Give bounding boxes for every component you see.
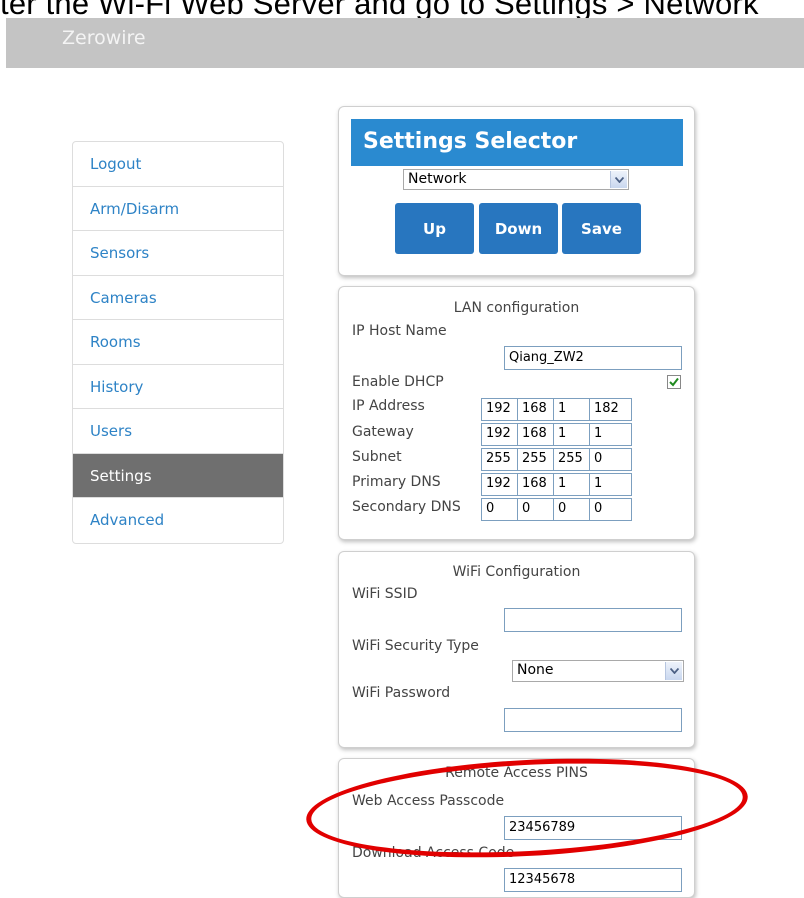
download-code-label: Download Access Code <box>352 845 515 861</box>
chevron-down-icon <box>610 171 627 188</box>
subnet-label: Subnet <box>352 449 402 465</box>
primary-dns-octet-3[interactable]: 1 <box>553 473 590 496</box>
sidebar-item-rooms[interactable]: Rooms <box>73 320 283 365</box>
wifi-config-title: WiFi Configuration <box>452 564 581 580</box>
secondary-dns-octet-1[interactable]: 0 <box>481 498 518 521</box>
sidebar-item-advanced[interactable]: Advanced <box>73 498 283 543</box>
checkmark-icon <box>669 377 679 387</box>
gateway-octet-3[interactable]: 1 <box>553 423 590 446</box>
download-code-input[interactable]: 12345678 <box>504 868 682 892</box>
brand-title: Zerowire <box>62 27 146 49</box>
wifi-password-label: WiFi Password <box>352 685 451 701</box>
gateway-octet-1[interactable]: 192 <box>481 423 518 446</box>
top-bar: Zerowire <box>6 18 804 68</box>
down-button[interactable]: Down <box>479 203 558 254</box>
subnet-octet-1[interactable]: 255 <box>481 448 518 471</box>
wifi-security-value: None <box>517 662 554 678</box>
ip-address-label: IP Address <box>352 398 425 414</box>
sidebar-item-history[interactable]: History <box>73 365 283 409</box>
wifi-security-select[interactable]: None <box>512 660 684 682</box>
web-passcode-input[interactable]: 23456789 <box>504 816 682 840</box>
web-passcode-label: Web Access Passcode <box>352 793 505 809</box>
secondary-dns-octet-4[interactable]: 0 <box>589 498 632 521</box>
host-name-input[interactable]: Qiang_ZW2 <box>504 346 682 370</box>
secondary-dns-octet-2[interactable]: 0 <box>517 498 554 521</box>
sidebar-item-cameras[interactable]: Cameras <box>73 276 283 320</box>
dhcp-label: Enable DHCP <box>352 374 444 390</box>
subnet-octet-2[interactable]: 255 <box>517 448 554 471</box>
wifi-security-label: WiFi Security Type <box>352 638 479 654</box>
gateway-octet-2[interactable]: 168 <box>517 423 554 446</box>
sidebar-nav: Logout Arm/Disarm Sensors Cameras Rooms … <box>72 141 284 544</box>
host-name-label: IP Host Name <box>352 323 447 339</box>
lan-config-panel: LAN configuration IP Host Name Qiang_ZW2… <box>338 286 695 540</box>
sidebar-item-sensors[interactable]: Sensors <box>73 231 283 276</box>
dhcp-checkbox[interactable] <box>667 375 681 389</box>
wifi-ssid-input[interactable] <box>504 608 682 632</box>
remote-access-title: Remote Access PINS <box>445 765 588 781</box>
secondary-dns-label: Secondary DNS <box>352 499 461 515</box>
ip-octet-1[interactable]: 192 <box>481 398 518 421</box>
sidebar-item-arm-disarm[interactable]: Arm/Disarm <box>73 187 283 231</box>
subnet-octet-3[interactable]: 255 <box>553 448 590 471</box>
primary-dns-octet-4[interactable]: 1 <box>589 473 632 496</box>
remote-access-panel: Remote Access PINS Web Access Passcode 2… <box>338 758 695 898</box>
primary-dns-label: Primary DNS <box>352 474 441 490</box>
subnet-octet-4[interactable]: 0 <box>589 448 632 471</box>
ip-octet-2[interactable]: 168 <box>517 398 554 421</box>
lan-config-title: LAN configuration <box>453 300 580 316</box>
ip-octet-3[interactable]: 1 <box>553 398 590 421</box>
gateway-label: Gateway <box>352 424 414 440</box>
save-button[interactable]: Save <box>562 203 641 254</box>
wifi-config-panel: WiFi Configuration WiFi SSID WiFi Securi… <box>338 551 695 748</box>
secondary-dns-octet-3[interactable]: 0 <box>553 498 590 521</box>
gateway-octet-4[interactable]: 1 <box>589 423 632 446</box>
sidebar-item-settings[interactable]: Settings <box>73 453 283 498</box>
settings-selector-panel: Settings Selector Network Up Down Save <box>338 106 695 276</box>
chevron-down-icon <box>665 662 682 680</box>
up-button[interactable]: Up <box>395 203 474 254</box>
sidebar-item-logout[interactable]: Logout <box>73 142 283 187</box>
wifi-ssid-label: WiFi SSID <box>352 586 418 602</box>
primary-dns-octet-1[interactable]: 192 <box>481 473 518 496</box>
settings-category-value: Network <box>408 171 467 187</box>
ip-octet-4[interactable]: 182 <box>589 398 632 421</box>
wifi-password-input[interactable] <box>504 708 682 732</box>
sidebar-item-users[interactable]: Users <box>73 409 283 454</box>
primary-dns-octet-2[interactable]: 168 <box>517 473 554 496</box>
settings-category-select[interactable]: Network <box>403 169 629 190</box>
settings-selector-title: Settings Selector <box>351 119 683 166</box>
